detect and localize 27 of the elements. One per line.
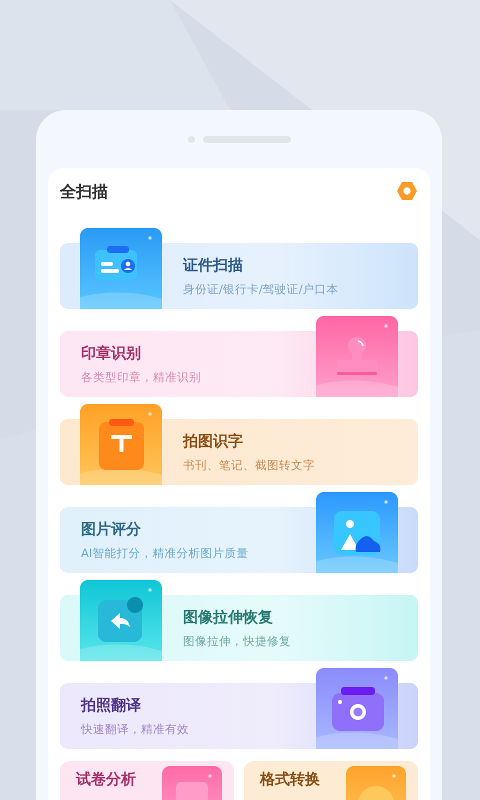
feature-card[interactable]: 拍图识字 书刊、笔记、截图转文字: [60, 404, 418, 492]
feature-description: 书刊、笔记、截图转文字: [183, 457, 315, 473]
feature-title: 试卷分析: [76, 770, 136, 788]
feature-title: 证件扫描: [183, 255, 244, 275]
feature-description: 快速翻译，精准有效: [81, 721, 189, 737]
feature-description: 图像拉伸，快捷修复: [183, 633, 291, 649]
feature-title: 拍照翻译: [81, 695, 142, 715]
feature-description: 各类型印章，精准识别: [81, 369, 201, 385]
text-icon: [80, 404, 162, 485]
section-title: 全扫描: [60, 181, 108, 203]
id-card-icon: [80, 228, 162, 309]
feature-card[interactable]: 印章识别 各类型印章，精准识别: [60, 316, 418, 404]
feature-card[interactable]: 图像拉伸恢复 图像拉伸，快捷修复: [60, 580, 418, 668]
feature-title: 印章识别: [81, 343, 142, 363]
feature-description: 身份证/银行卡/驾驶证/户口本: [183, 281, 339, 297]
feature-description: AI智能打分，精准分析图片质量: [81, 545, 248, 561]
feature-title: 格式转换: [260, 770, 320, 788]
camera-icon: [316, 668, 398, 749]
feature-card[interactable]: 图片评分 AI智能打分，精准分析图片质量: [60, 492, 418, 580]
image-icon: [316, 492, 398, 573]
feature-title: 图片评分: [81, 519, 142, 539]
feature-title: 图像拉伸恢复: [183, 607, 274, 627]
stamp-icon: [316, 316, 398, 397]
feature-card[interactable]: 拍照翻译 快速翻译，精准有效: [60, 668, 418, 756]
feature-title: 拍图识字: [183, 431, 244, 451]
undo-icon: [80, 580, 162, 661]
feature-card[interactable]: 证件扫描 身份证/银行卡/驾驶证/户口本: [60, 228, 418, 316]
